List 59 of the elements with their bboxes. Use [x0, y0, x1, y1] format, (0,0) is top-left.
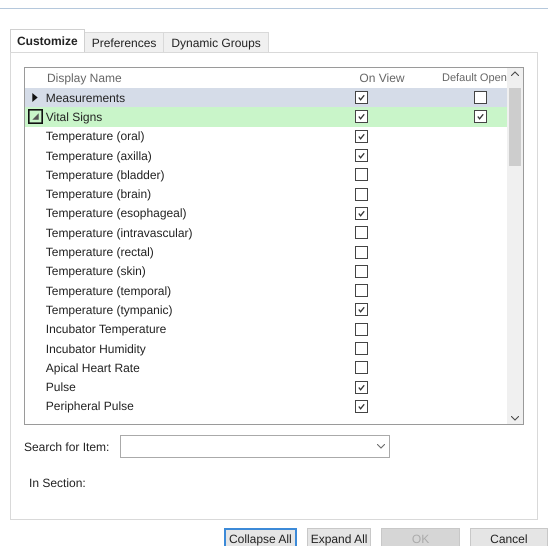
checkbox[interactable] — [355, 303, 368, 316]
checkbox[interactable] — [355, 130, 368, 143]
column-header: On View — [358, 70, 406, 87]
row-label: Temperature (intravascular) — [46, 224, 194, 242]
row-label: Temperature (temporal) — [46, 282, 172, 300]
section-label: In Section: — [29, 476, 86, 490]
checkbox[interactable] — [355, 206, 368, 220]
row-label: Temperature (axilla) — [46, 148, 153, 165]
row-label: Temperature (skin) — [46, 263, 147, 280]
row-label: Temperature (brain) — [46, 186, 152, 204]
dialog-button[interactable]: Cancel — [470, 528, 548, 546]
tab[interactable]: Dynamic Groups — [164, 32, 269, 52]
check-icon — [357, 151, 366, 160]
row-label: Temperature (esophageal) — [46, 205, 188, 222]
check-icon — [357, 208, 366, 218]
tab[interactable]: Customize — [10, 29, 85, 52]
checkbox[interactable] — [355, 110, 368, 124]
checkbox[interactable] — [355, 226, 368, 240]
dialog-button[interactable]: Expand All — [306, 528, 372, 546]
scroll-up-icon[interactable] — [511, 71, 519, 76]
collapse-icon[interactable] — [28, 109, 43, 124]
row-label: Incubator Humidity — [46, 340, 147, 358]
row-label: Apical Heart Rate — [46, 360, 141, 377]
check-icon — [476, 112, 485, 122]
expand-icon[interactable] — [32, 93, 38, 102]
checkbox[interactable] — [474, 91, 487, 104]
row-label: Temperature (oral) — [46, 128, 146, 146]
scroll-down-icon[interactable] — [511, 416, 519, 421]
row-label: Temperature (rectal) — [46, 244, 155, 262]
checkbox[interactable] — [474, 110, 487, 124]
checkbox[interactable] — [355, 342, 368, 355]
column-header: Display Name — [47, 70, 123, 87]
checkbox[interactable] — [355, 168, 368, 182]
scrollbar[interactable] — [507, 68, 523, 424]
checkbox[interactable] — [355, 264, 368, 278]
check-icon — [357, 305, 366, 314]
row-label: Vital Signs — [46, 108, 104, 126]
checkbox[interactable] — [355, 149, 368, 162]
row-label: Incubator Temperature — [46, 321, 168, 338]
checkbox[interactable] — [355, 322, 368, 336]
checkbox[interactable] — [355, 91, 368, 104]
tab[interactable]: Preferences — [84, 32, 164, 52]
row-label: Temperature (tympanic) — [46, 302, 174, 319]
row-label: Pulse — [46, 379, 77, 396]
checkbox[interactable] — [355, 188, 368, 201]
checkbox[interactable] — [355, 284, 368, 298]
dialog-button[interactable]: Collapse All — [224, 528, 297, 546]
checkbox[interactable] — [355, 361, 368, 374]
column-header: Default Open — [442, 70, 507, 86]
search-label: Search for Item: — [24, 438, 110, 456]
checkbox[interactable] — [355, 380, 368, 394]
chevron-down-icon[interactable] — [377, 444, 385, 449]
row-label: Peripheral Pulse — [46, 398, 135, 416]
row-label: Measurements — [46, 90, 126, 107]
check-icon — [357, 132, 366, 141]
row-label: Temperature (bladder) — [46, 166, 166, 184]
checkbox[interactable] — [355, 246, 368, 259]
scroll-thumb[interactable] — [509, 88, 521, 166]
checkbox[interactable] — [355, 400, 368, 413]
